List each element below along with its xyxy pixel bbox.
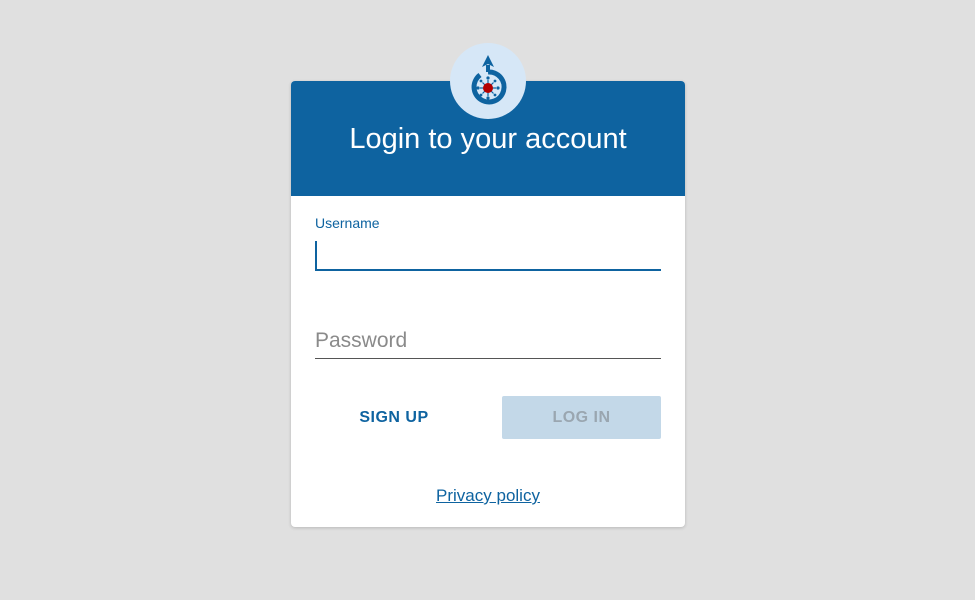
- username-input[interactable]: [315, 237, 661, 271]
- privacy-policy-link[interactable]: Privacy policy: [436, 486, 540, 505]
- wikimedia-commons-logo-icon: [471, 55, 507, 105]
- signup-button[interactable]: SIGN UP: [315, 396, 473, 439]
- login-card: Login to your account Username SIGN UP L…: [291, 43, 685, 527]
- text-caret: [315, 241, 317, 269]
- username-label: Username: [315, 215, 380, 231]
- password-input[interactable]: [315, 323, 661, 359]
- logo-badge: [450, 43, 526, 119]
- page-title: Login to your account: [349, 123, 627, 155]
- privacy-policy-container: Privacy policy: [291, 486, 685, 506]
- login-button[interactable]: LOG IN: [502, 396, 661, 439]
- login-page: Login to your account Username SIGN UP L…: [0, 0, 975, 600]
